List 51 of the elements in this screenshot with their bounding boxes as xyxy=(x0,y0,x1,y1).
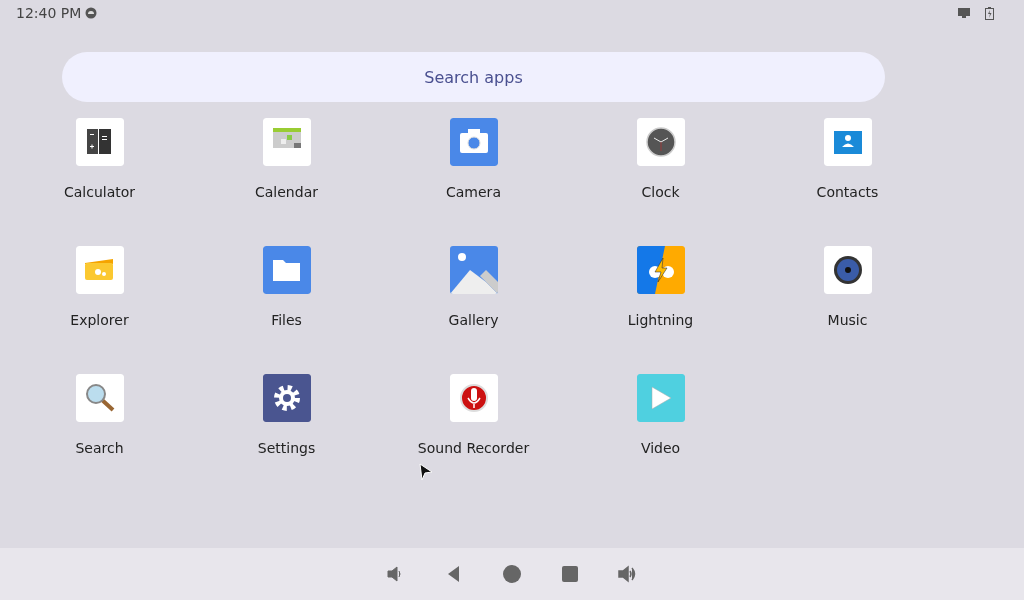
app-launcher[interactable]: Calendar xyxy=(193,118,380,209)
home-button[interactable] xyxy=(501,563,523,585)
magnifier-icon xyxy=(75,374,124,422)
play-icon xyxy=(636,374,685,422)
image-icon xyxy=(449,246,498,294)
app-launcher[interactable]: Explorer xyxy=(6,246,193,337)
recents-icon xyxy=(559,563,581,585)
app-label: Files xyxy=(271,312,302,328)
app-label: Lightning xyxy=(627,312,694,328)
clock-icon xyxy=(636,118,685,166)
speaker-icon xyxy=(823,246,872,294)
app-label: Camera xyxy=(446,184,501,200)
app-label: Settings xyxy=(257,440,316,456)
app-launcher[interactable]: Music xyxy=(754,246,941,337)
recents-button[interactable] xyxy=(559,563,581,585)
app-launcher[interactable]: Gallery xyxy=(380,246,567,337)
status-time: 12:40 PM xyxy=(16,5,82,21)
app-label: Calculator xyxy=(63,184,136,200)
app-launcher[interactable]: Lightning xyxy=(567,246,754,337)
app-label: Sound Recorder xyxy=(417,440,530,456)
app-label: Video xyxy=(640,440,681,456)
settings-icon xyxy=(262,374,311,422)
cursor-icon xyxy=(418,462,434,482)
app-launcher[interactable]: Sound Recorder xyxy=(380,374,567,465)
app-label: Clock xyxy=(641,184,680,200)
app-label: Contacts xyxy=(816,184,879,200)
app-launcher[interactable]: Video xyxy=(567,374,754,465)
app-launcher[interactable]: Calculator xyxy=(6,118,193,209)
app-launcher[interactable]: Files xyxy=(193,246,380,337)
app-launcher[interactable]: Camera xyxy=(380,118,567,209)
app-label: Calendar xyxy=(255,184,318,200)
app-launcher[interactable]: Clock xyxy=(567,118,754,209)
notification-icon xyxy=(85,7,98,19)
app-label: Music xyxy=(827,312,868,328)
lightning-cloud-icon xyxy=(636,246,685,294)
app-launcher[interactable]: Search xyxy=(6,374,193,465)
calculator-icon xyxy=(75,118,124,166)
monitor-icon xyxy=(957,7,971,19)
home-icon xyxy=(501,563,523,585)
microphone-icon xyxy=(449,374,498,422)
camera-icon xyxy=(449,118,498,166)
app-launcher[interactable]: Contacts xyxy=(754,118,941,209)
app-label: Gallery xyxy=(448,312,499,328)
app-launcher[interactable]: Settings xyxy=(193,374,380,465)
calendar-icon xyxy=(262,118,311,166)
contacts-icon xyxy=(823,118,872,166)
search-field[interactable]: Search apps xyxy=(62,52,885,102)
folder-icon xyxy=(262,246,311,294)
battery-charging-icon xyxy=(985,6,994,20)
app-label: Search xyxy=(75,440,124,456)
app-label: Explorer xyxy=(70,312,129,328)
